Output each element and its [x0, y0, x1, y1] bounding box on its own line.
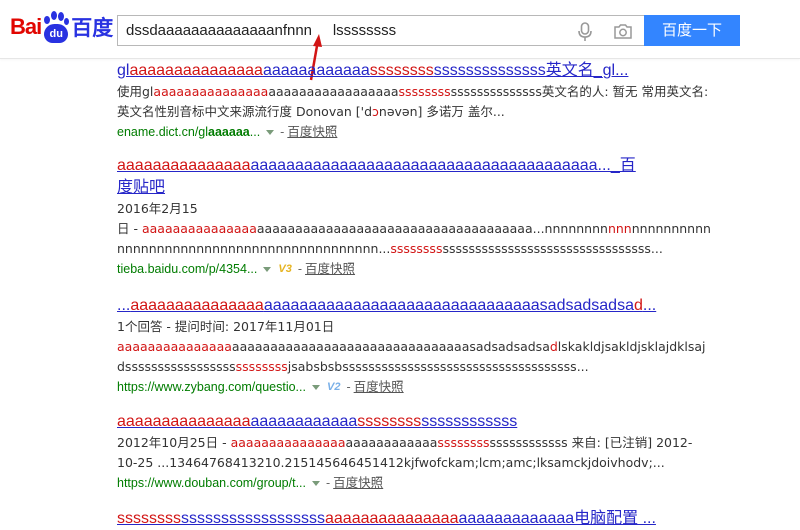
- search-button[interactable]: 百度一下: [644, 15, 740, 46]
- result-item: aaaaaaaaaaaaaaaaaaaaaaaaaaaaaaaaaaaaaaaa…: [117, 155, 711, 279]
- snapshot-link[interactable]: 百度快照: [333, 473, 383, 493]
- result-title[interactable]: aaaaaaaaaaaaaaaaaaaaaaaaaaasssssssssssss…: [117, 411, 657, 433]
- result-url-line: https://www.douban.com/group/t... - 百度快照: [117, 473, 657, 493]
- dropdown-arrow-icon[interactable]: [263, 266, 272, 272]
- search-input[interactable]: dssdaaaaaaaaaaaaaanfnnn lssssssss: [117, 15, 644, 46]
- result-abstract-line: aaaaaaaaaaaaaaaaaaaaaaaaaaaaaaaaaaaaaaaa…: [117, 339, 706, 354]
- result-url[interactable]: https://www.zybang.com/questio...: [117, 377, 306, 397]
- result-item: ssssssssssssssssssssssssssaaaaaaaaaaaaaa…: [117, 508, 657, 530]
- result-item: aaaaaaaaaaaaaaaaaaaaaaaaaaasssssssssssss…: [117, 411, 693, 493]
- result-item: ...aaaaaaaaaaaaaaaaaaaaaaaaaaaaaaaaaaaaa…: [117, 295, 706, 397]
- result-date: 2012年10月25日 -: [117, 435, 231, 450]
- dropdown-arrow-icon[interactable]: [266, 129, 275, 135]
- microphone-icon[interactable]: [576, 22, 594, 42]
- v3-badge-icon[interactable]: V3: [278, 259, 291, 279]
- paw-icon: du: [42, 11, 70, 43]
- snapshot-link[interactable]: 百度快照: [287, 122, 337, 142]
- result-url[interactable]: tieba.baidu.com/p/4354...: [117, 259, 257, 279]
- result-url-line: ename.dict.cn/glaaaaaa... - 百度快照: [117, 122, 657, 142]
- v2-badge-icon[interactable]: V2: [327, 377, 340, 397]
- snapshot-link[interactable]: 百度快照: [305, 259, 355, 279]
- result-url[interactable]: ename.dict.cn/glaaaaaa...: [117, 122, 260, 142]
- result-title[interactable]: ...aaaaaaaaaaaaaaaaaaaaaaaaaaaaaaaaaaaaa…: [117, 295, 657, 317]
- result-abstract-line: 使用glaaaaaaaaaaaaaaaaaaaaaaaaaaaaaaaassss…: [117, 84, 709, 99]
- result-abstract-line: 2012年10月25日 - aaaaaaaaaaaaaaaaaaaaaaaaaa…: [117, 435, 693, 450]
- result-title[interactable]: ssssssssssssssssssssssssssaaaaaaaaaaaaaa…: [117, 508, 657, 530]
- result-date: 1个回答 - 提问时间: 2017年11月01日: [117, 319, 335, 334]
- result-url-line: https://www.zybang.com/questio... V2 - 百…: [117, 377, 657, 397]
- result-item: glaaaaaaaaaaaaaaaaaaaaaaaaaaasssssssssss…: [117, 60, 709, 142]
- header-bar: Bai du 百度 dssdaaaaaaaaaaaaaanfnnn lsssss…: [0, 0, 800, 59]
- dropdown-arrow-icon[interactable]: [312, 480, 320, 486]
- result-abstract-line: dsssssssssssssssssssssssssjsabsbsbssssss…: [117, 359, 589, 374]
- snapshot-link[interactable]: 百度快照: [354, 377, 404, 397]
- search-query: dssdaaaaaaaaaaaaaanfnnn lssssssss: [126, 22, 397, 39]
- result-date: 2016年2月15: [117, 201, 198, 216]
- result-abstract-line: 日 - aaaaaaaaaaaaaaaaaaaaaaaaaaaaaaaaaaaa…: [117, 221, 711, 236]
- result-abstract-line: 10-25 ...13464768413210.215145646451412k…: [117, 455, 665, 470]
- logo-paw-text: du: [44, 24, 69, 43]
- baidu-logo[interactable]: Bai du 百度: [10, 10, 113, 44]
- result-abstract-line: 英文名性别音标中文来源流行度 Donovan ['dɔnəvən] 多诺万 盖尔…: [117, 104, 505, 119]
- result-title[interactable]: glaaaaaaaaaaaaaaaaaaaaaaaaaaasssssssssss…: [117, 60, 657, 82]
- result-url-line: tieba.baidu.com/p/4354... V3 - 百度快照: [117, 259, 657, 279]
- result-url[interactable]: https://www.douban.com/group/t...: [117, 473, 306, 493]
- logo-latin: Bai: [10, 14, 42, 39]
- dropdown-arrow-icon[interactable]: [311, 384, 320, 390]
- logo-chinese: 百度: [71, 16, 114, 40]
- camera-icon[interactable]: [613, 23, 633, 39]
- result-abstract-line: nnnnnnnnnnnnnnnnnnnnnnnnnnnnnnnnn...ssss…: [117, 241, 663, 256]
- result-title[interactable]: aaaaaaaaaaaaaaaaaaaaaaaaaaaaaaaaaaaaaaaa…: [117, 155, 642, 199]
